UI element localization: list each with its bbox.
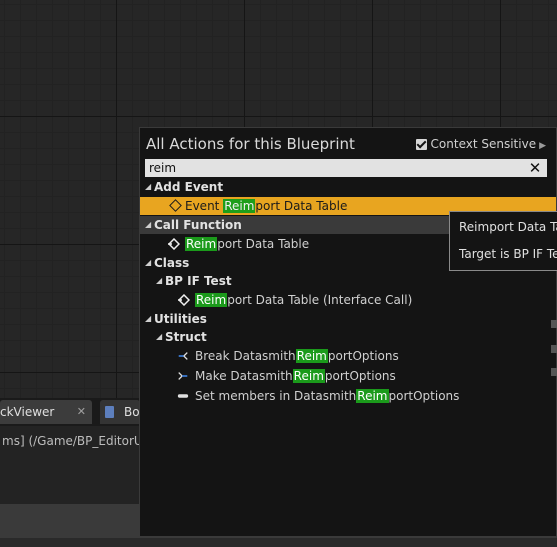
panel-edge-marker xyxy=(551,320,557,328)
category-label: Utilities xyxy=(154,312,207,326)
category-label: BP IF Test xyxy=(165,274,232,288)
category-struct[interactable]: ◢ Struct xyxy=(140,328,556,346)
tab-collision-viewer[interactable]: ckViewer ✕ xyxy=(0,400,92,424)
checkbox-checked-icon[interactable] xyxy=(415,139,427,150)
tooltip-line1: Reimport Data Table xyxy=(459,220,557,234)
event-diamond-icon xyxy=(169,199,182,212)
menu-title: All Actions for this Blueprint xyxy=(146,135,355,153)
action-label: Event Reimport Data Table xyxy=(185,199,348,213)
collapse-triangle-icon[interactable]: ◢ xyxy=(145,254,151,272)
close-icon[interactable]: ✕ xyxy=(77,400,86,424)
category-utilities[interactable]: ◢ Utilities xyxy=(140,310,556,328)
tab-label: Bo xyxy=(124,405,140,419)
category-label: Call Function xyxy=(154,218,242,232)
set-members-icon xyxy=(177,394,189,398)
action-label: Reimport Data Table (Interface Call) xyxy=(195,293,413,307)
collapse-triangle-icon[interactable]: ◢ xyxy=(145,178,151,196)
collapse-triangle-icon[interactable]: ◢ xyxy=(145,216,151,234)
category-label: Add Event xyxy=(154,180,224,194)
category-add-event[interactable]: ◢ Add Event xyxy=(140,178,556,196)
collapse-triangle-icon[interactable]: ◢ xyxy=(145,310,151,328)
action-label: Make DatasmithReimportOptions xyxy=(195,369,396,383)
tooltip-line2: Target is BP IF Test xyxy=(459,247,557,261)
search-input[interactable] xyxy=(145,159,547,177)
action-tooltip: Reimport Data Table Target is BP IF Test xyxy=(449,211,557,271)
panel-edge-marker xyxy=(551,345,557,353)
category-label: Class xyxy=(154,256,190,270)
action-reimport-data-table-interface-call[interactable]: Reimport Data Table (Interface Call) xyxy=(140,291,556,309)
action-break-datasmith-reimport-options[interactable]: Break DatasmithReimportOptions xyxy=(140,347,556,365)
blueprint-book-icon xyxy=(105,406,114,418)
action-label: Set members in DatasmithReimportOptions xyxy=(195,389,460,403)
action-label: Break DatasmithReimportOptions xyxy=(195,349,399,363)
action-set-members-datasmith-reimport-options[interactable]: Set members in DatasmithReimportOptions xyxy=(140,387,556,405)
log-path-text: ms] (/Game/BP_EditorUti xyxy=(2,434,151,448)
category-bp-if-test[interactable]: ◢ BP IF Test xyxy=(140,272,556,290)
panel-edge-marker xyxy=(551,368,557,376)
category-label: Struct xyxy=(165,330,207,344)
footer-edge xyxy=(0,538,557,547)
function-exec-icon xyxy=(168,238,180,250)
clear-search-icon[interactable]: ✕ xyxy=(527,160,543,176)
action-context-menu: All Actions for this Blueprint Context S… xyxy=(139,127,557,537)
break-struct-icon xyxy=(178,352,188,360)
context-sensitive-label: Context Sensitive xyxy=(430,137,537,151)
collapse-triangle-icon[interactable]: ◢ xyxy=(156,328,162,346)
action-make-datasmith-reimport-options[interactable]: Make DatasmithReimportOptions xyxy=(140,367,556,385)
action-label: Reimport Data Table xyxy=(185,237,310,251)
expand-arrow-icon[interactable]: ▶ xyxy=(539,141,546,151)
tab-blueprint[interactable]: Bo xyxy=(100,400,140,424)
collapse-triangle-icon[interactable]: ◢ xyxy=(156,272,162,290)
tab-label: ckViewer xyxy=(0,405,55,419)
function-exec-icon xyxy=(178,294,190,306)
context-sensitive-toggle[interactable]: Context Sensitive ▶ xyxy=(415,137,546,151)
make-struct-icon xyxy=(178,372,188,380)
